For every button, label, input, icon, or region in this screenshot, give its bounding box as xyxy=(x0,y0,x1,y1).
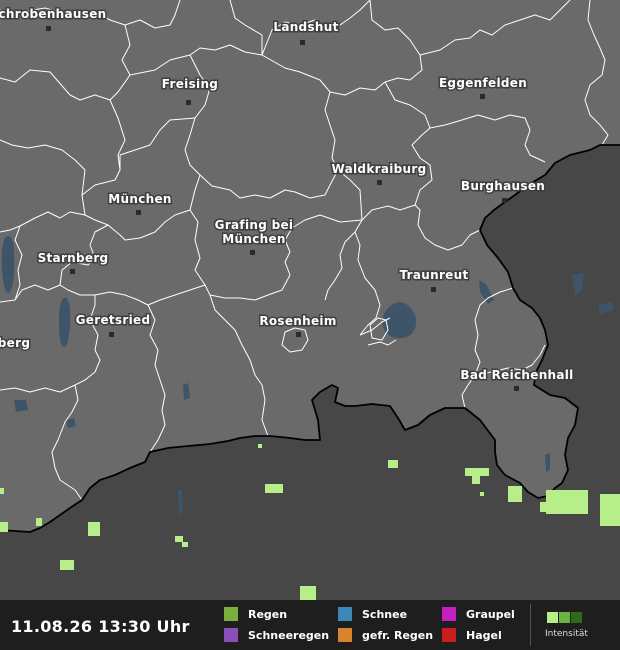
city-label-eggenfelden: Eggenfelden xyxy=(439,76,527,90)
city-label-burghausen: Burghausen xyxy=(461,179,545,193)
legend-swatch-regen xyxy=(224,607,238,621)
radar-map[interactable]: Schrobenhausen Landshut Freising Eggenfe… xyxy=(0,0,620,600)
legend-label-schneeregen: Schneeregen xyxy=(248,628,330,642)
intensity-step-high xyxy=(571,612,582,623)
legend-swatch-schnee xyxy=(338,607,352,621)
legend-label-gefr-regen: gefr. Regen xyxy=(362,628,434,642)
city-label-weilheim-partial: berg xyxy=(0,336,30,350)
legend-item-graupel: Graupel xyxy=(442,607,515,621)
legend-swatch-hagel xyxy=(442,628,456,642)
legend-bar: 11.08.26 13:30 Uhr Regen Schneeregen Sch… xyxy=(0,600,620,650)
lake-small-1 xyxy=(14,400,28,412)
intensity-label: Intensität xyxy=(545,629,588,639)
map-canvas: Schrobenhausen Landshut Freising Eggenfe… xyxy=(0,0,620,600)
city-label-freising: Freising xyxy=(162,77,218,91)
legend-swatch-schneeregen xyxy=(224,628,238,642)
legend-label-graupel: Graupel xyxy=(466,607,515,621)
city-label-waldkraiburg: Waldkraiburg xyxy=(332,162,427,176)
city-label-landshut: Landshut xyxy=(273,20,338,34)
legend-item-regen: Regen xyxy=(224,607,287,621)
intensity-step-medium xyxy=(559,612,570,623)
intensity-scale xyxy=(547,612,583,623)
legend-item-gefr-regen: gefr. Regen xyxy=(338,628,433,642)
legend-item-hagel: Hagel xyxy=(442,628,502,642)
city-label-traunreut: Traunreut xyxy=(399,268,468,282)
legend-label-hagel: Hagel xyxy=(466,628,502,642)
legend-divider xyxy=(530,604,531,646)
legend-swatch-gefr-regen xyxy=(338,628,352,642)
city-label-starnberg: Starnberg xyxy=(38,251,109,265)
city-label-schrobenhausen: Schrobenhausen xyxy=(0,7,106,21)
city-label-geretsried: Geretsried xyxy=(76,313,151,327)
legend-label-schnee: Schnee xyxy=(362,607,408,621)
radar-timestamp: 11.08.26 13:30 Uhr xyxy=(11,617,190,636)
legend-item-schneeregen: Schneeregen xyxy=(224,628,329,642)
legend-label-regen: Regen xyxy=(248,607,288,621)
intensity-step-low xyxy=(547,612,558,623)
legend-swatch-graupel xyxy=(442,607,456,621)
city-label-bad-reichenhall: Bad Reichenhall xyxy=(460,368,573,382)
city-label-muenchen: München xyxy=(108,192,171,206)
legend-item-schnee: Schnee xyxy=(338,607,407,621)
city-label-grafing-line2: München xyxy=(222,232,285,246)
city-label-rosenheim: Rosenheim xyxy=(259,314,336,328)
city-label-grafing: Grafing bei xyxy=(215,218,294,232)
